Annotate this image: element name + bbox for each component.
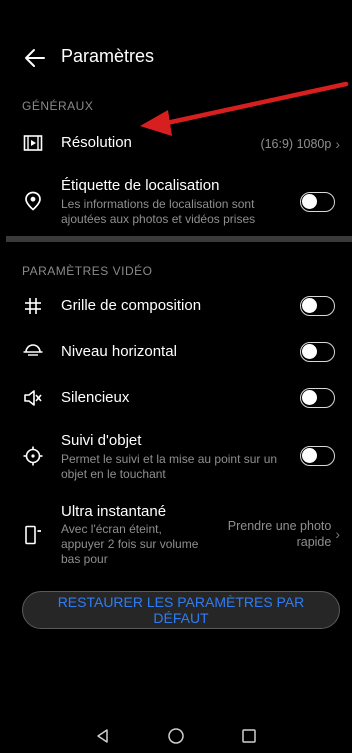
back-button[interactable] — [20, 36, 50, 80]
section-divider — [6, 236, 352, 242]
nav-home-button[interactable] — [162, 722, 190, 750]
setting-row-grid[interactable]: Grille de composition — [0, 286, 352, 326]
ultra-description: Avec l'écran éteint, appuyer 2 fois sur … — [61, 522, 199, 566]
tracking-description: Permet le suivi et la mise au point sur … — [61, 452, 278, 481]
setting-row-ultra-snapshot[interactable]: Ultra instantané Avec l'écran éteint, ap… — [0, 500, 352, 572]
ultra-value-line2: rapide — [296, 535, 332, 549]
grid-icon — [22, 295, 44, 317]
ultra-snapshot-icon — [22, 524, 44, 546]
location-pin-icon — [22, 190, 44, 212]
triangle-back-icon — [97, 728, 108, 743]
settings-screen: Paramètres GÉNÉRAUX Résolution (16:9) 10… — [0, 0, 352, 753]
setting-row-location[interactable]: Étiquette de localisation Les informatio… — [0, 172, 352, 232]
grid-label: Grille de composition — [61, 297, 202, 314]
nav-recents-button[interactable] — [235, 722, 263, 750]
toggle-knob — [302, 390, 317, 405]
setting-row-mute[interactable]: Silencieux — [0, 378, 352, 418]
section-header-general: GÉNÉRAUX — [22, 99, 94, 113]
toggle-knob — [302, 194, 317, 209]
toggle-knob — [302, 344, 317, 359]
page-title: Paramètres — [61, 46, 155, 66]
nav-back-button[interactable] — [89, 722, 117, 750]
tracking-toggle[interactable] — [300, 446, 335, 466]
restore-defaults-button[interactable]: RESTAURER LES PARAMÈTRES PAR DÉFAUT — [22, 591, 340, 629]
ultra-value: Prendre une photo rapide › — [228, 518, 340, 550]
setting-row-resolution[interactable]: Résolution (16:9) 1080p › — [0, 122, 352, 164]
mute-icon — [22, 387, 44, 409]
level-label: Niveau horizontal — [61, 343, 177, 360]
location-description: Les informations de localisation sont aj… — [61, 197, 256, 226]
location-label: Étiquette de localisation — [61, 177, 220, 194]
ultra-value-line1: Prendre une photo — [227, 519, 332, 533]
ultra-label: Ultra instantané — [61, 503, 167, 520]
app-header: Paramètres — [0, 36, 352, 80]
section-header-video: PARAMÈTRES VIDÉO — [22, 264, 153, 278]
level-toggle[interactable] — [300, 342, 335, 362]
location-toggle[interactable] — [300, 192, 335, 212]
setting-row-tracking[interactable]: Suivi d'objet Permet le suivi et la mise… — [0, 428, 352, 488]
horizontal-level-icon — [22, 341, 44, 363]
circle-home-icon — [168, 727, 184, 744]
toggle-knob — [302, 448, 317, 463]
target-icon — [22, 445, 44, 467]
system-nav-bar — [0, 718, 352, 753]
mute-label: Silencieux — [61, 389, 130, 406]
toggle-knob — [302, 298, 317, 313]
back-arrow-icon — [25, 49, 45, 67]
setting-row-level[interactable]: Niveau horizontal — [0, 332, 352, 372]
square-recents-icon — [242, 728, 256, 743]
chevron-right-icon: › — [335, 136, 340, 152]
grid-toggle[interactable] — [300, 296, 335, 316]
resolution-value: (16:9) 1080p › — [260, 136, 340, 152]
resolution-icon — [22, 132, 44, 154]
resolution-value-text: (16:9) 1080p — [260, 137, 332, 151]
resolution-label: Résolution — [61, 134, 132, 151]
tracking-label: Suivi d'objet — [61, 432, 142, 449]
mute-toggle[interactable] — [300, 388, 335, 408]
chevron-right-icon: › — [335, 526, 340, 542]
